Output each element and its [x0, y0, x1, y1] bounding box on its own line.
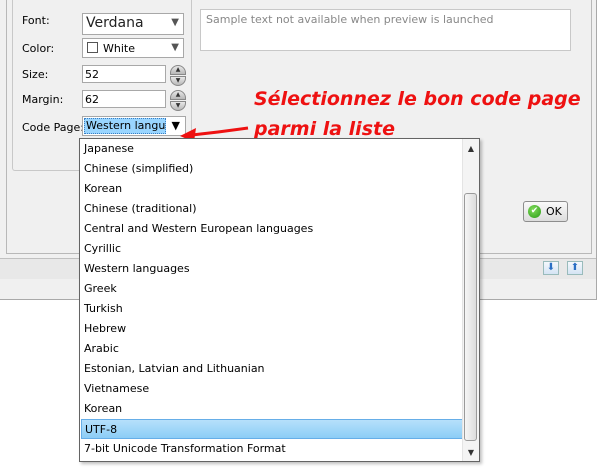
scroll-up-icon[interactable]: ▲: [463, 141, 479, 157]
arrow-up-button[interactable]: ⬆: [567, 261, 583, 275]
dropdown-item[interactable]: Central and Western European languages: [81, 219, 464, 239]
dropdown-item[interactable]: Chinese (traditional): [81, 199, 464, 219]
annotation-line-2: parmi la liste: [254, 118, 395, 140]
dropdown-item[interactable]: Chinese (simplified): [81, 159, 464, 179]
codepage-dropdown-list: Japanese Chinese (simplified) Korean Chines…: [79, 138, 480, 462]
color-label: Color:: [22, 42, 55, 55]
check-icon: ✔: [528, 205, 541, 218]
preview-box: Sample text not available when preview i…: [200, 9, 571, 51]
dropdown-item[interactable]: Western languages: [81, 259, 464, 279]
chevron-down-icon: ▼: [171, 17, 179, 28]
dropdown-scrollbar[interactable]: ▲ ▼: [462, 139, 479, 461]
dropdown-item[interactable]: Korean: [81, 399, 464, 419]
chevron-down-icon: ▼: [171, 42, 179, 53]
scroll-down-icon[interactable]: ▼: [463, 445, 479, 461]
margin-input[interactable]: 62: [82, 90, 166, 108]
dropdown-item[interactable]: Arabic: [81, 339, 464, 359]
ok-button[interactable]: ✔ OK: [523, 201, 568, 222]
dropdown-item[interactable]: Estonian, Latvian and Lithuanian: [81, 359, 464, 379]
size-increment-button[interactable]: ▲: [170, 65, 186, 75]
dropdown-item[interactable]: Vietnamese: [81, 379, 464, 399]
size-input[interactable]: 52: [82, 65, 166, 83]
size-label: Size:: [22, 68, 49, 81]
margin-label: Margin:: [22, 93, 64, 106]
color-swatch: [87, 42, 98, 53]
arrow-down-button[interactable]: ⬇: [543, 261, 559, 275]
margin-stepper: ▲ ▼: [170, 90, 186, 111]
codepage-label: Code Page:: [22, 121, 84, 134]
margin-increment-button[interactable]: ▲: [170, 90, 186, 100]
dropdown-item[interactable]: UTF-8: [81, 419, 464, 439]
font-select-value: Verdana: [86, 15, 144, 31]
dropdown-item[interactable]: Japanese: [81, 139, 464, 159]
scroll-thumb[interactable]: [464, 193, 477, 441]
font-select[interactable]: Verdana ▼: [82, 13, 184, 35]
preview-placeholder: Sample text not available when preview i…: [206, 13, 494, 26]
dropdown-item[interactable]: Greek: [81, 279, 464, 299]
dropdown-item[interactable]: 7-bit Unicode Transformation Format: [81, 439, 464, 459]
annotation-line-1: Sélectionnez le bon code page: [254, 88, 581, 110]
font-label: Font:: [22, 14, 50, 27]
dropdown-item[interactable]: Turkish: [81, 299, 464, 319]
dropdown-item[interactable]: Korean: [81, 179, 464, 199]
size-stepper: ▲ ▼: [170, 65, 186, 86]
dropdown-item[interactable]: Hebrew: [81, 319, 464, 339]
color-select-value: White: [103, 42, 135, 55]
ok-button-label: OK: [546, 205, 562, 218]
codepage-select-value: Western languag: [84, 118, 166, 134]
color-select[interactable]: White ▼: [82, 38, 184, 58]
dropdown-item[interactable]: Cyrillic: [81, 239, 464, 259]
